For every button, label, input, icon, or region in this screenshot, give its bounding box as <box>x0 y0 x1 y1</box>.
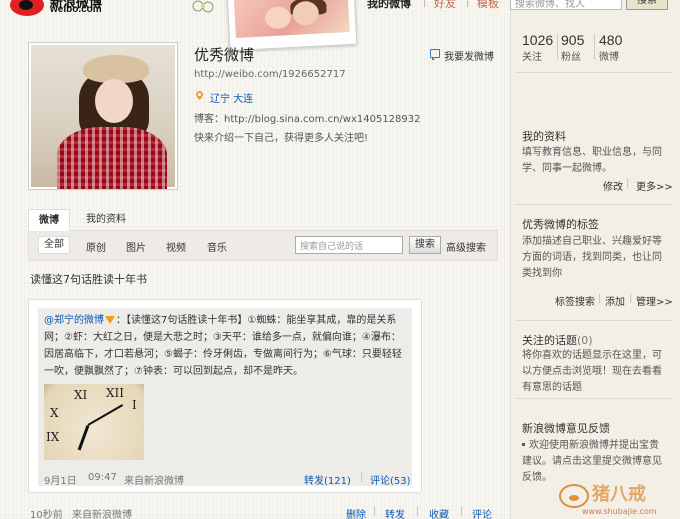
advanced-search-link[interactable]: 高级搜索 <box>446 239 486 254</box>
nav-my-weibo[interactable]: 我的微博 <box>367 0 411 11</box>
stat-followers-count: 905 <box>561 32 585 48</box>
stat-following[interactable]: 1026 关注 <box>522 32 553 63</box>
filter-music[interactable]: 音乐 <box>207 239 227 254</box>
profile-tabs: 微博 我的资料 <box>28 209 498 231</box>
delete-link[interactable]: 删除 <box>346 506 366 519</box>
meta-separator: | <box>460 506 464 517</box>
nav-friends[interactable]: 好友 <box>434 0 456 11</box>
topics-title: 关注的话题(0) <box>522 332 593 348</box>
my-info-text: 填写教育信息、职业信息，与同学、同事一起微博。 <box>522 147 662 174</box>
my-info-title: 我的资料 <box>522 130 566 143</box>
stat-followers[interactable]: 905 粉丝 <box>561 32 584 63</box>
post-weibo-link[interactable]: 我要发微博 <box>444 48 494 63</box>
my-info-more-link[interactable]: 更多>> <box>636 178 673 193</box>
post-text: 读懂这7句话胜读十年书 <box>30 273 147 286</box>
location-pin-icon <box>196 91 203 100</box>
divider <box>516 320 672 321</box>
profile-name: 优秀微博 <box>194 46 255 64</box>
topics-text[interactable]: 将你喜欢的话题显示在这里，可以方便点击浏览哦！现在去看看有意思的话题 <box>522 348 668 396</box>
weibo-eye-icon <box>10 0 44 16</box>
post-source: 来自新浪微博 <box>72 510 132 519</box>
forward-link[interactable]: 转发 <box>385 506 405 519</box>
tags-title: 优秀微博的标签 <box>522 218 599 231</box>
logo-text-en: weibo.com <box>50 4 102 15</box>
stat-weibo[interactable]: 480 微博 <box>599 32 622 63</box>
own-posts-search-button[interactable]: 搜索 <box>409 236 441 254</box>
tag-add-link[interactable]: 添加 <box>605 293 625 308</box>
stat-following-label: 关注 <box>522 52 542 63</box>
nav-templates[interactable]: 模板 <box>477 0 499 11</box>
profile-blog[interactable]: 博客：http://blog.sina.com.cn/wx1405128932 <box>194 110 421 125</box>
tag-search-link[interactable]: 标签搜索 <box>555 293 595 308</box>
link-separator: | <box>598 293 602 304</box>
feed-item: @郑宁的微博 ：【读懂这7句话胜读十年书】①蜘蛛：能坐享其成，靠的是关系网；②虾：… <box>28 299 422 493</box>
pig-logo-icon: 猪八戒 www.shubajie.com <box>559 483 657 516</box>
own-posts-search-input[interactable]: 搜索自己说的话 <box>295 236 403 254</box>
filter-original[interactable]: 原创 <box>86 239 106 254</box>
profile-intro-prompt[interactable]: 快来介绍一下自己，获得更多人关注吧! <box>194 129 368 144</box>
feed-filter-bar: 全部 原创 图片 视频 音乐 搜索自己说的话 搜索 高级搜索 <box>28 231 498 261</box>
filter-all[interactable]: 全部 <box>38 236 70 254</box>
watermark-url: www.shubajie.com <box>582 507 657 516</box>
link-separator: | <box>626 178 630 189</box>
divider <box>516 72 672 73</box>
tab-weibo[interactable]: 微博 <box>28 209 70 231</box>
repost-content: @郑宁的微博 ：【读懂这7句话胜读十年书】①蜘蛛：能坐享其成，靠的是关系网；②虾：… <box>44 312 404 380</box>
nav-separator: | <box>423 0 427 8</box>
stat-separator <box>557 34 558 60</box>
repost-box: @郑宁的微博 ：【读懂这7句话胜读十年书】①蜘蛛：能坐享其成，靠的是关系网；②虾：… <box>38 308 412 487</box>
repost-author-link[interactable]: @郑宁的微博 <box>44 315 104 326</box>
stat-weibo-count: 480 <box>599 32 623 48</box>
profile-avatar[interactable] <box>28 42 178 190</box>
feedback-title: 新浪微博意见反馈 <box>522 422 610 435</box>
link-separator: | <box>629 293 633 304</box>
stat-following-count: 1026 <box>522 32 554 48</box>
meta-separator: | <box>416 506 420 517</box>
repost-source: 来自新浪微博 <box>124 476 184 487</box>
stat-followers-label: 粉丝 <box>561 52 581 63</box>
meta-separator: | <box>360 472 364 483</box>
my-info-edit-link[interactable]: 修改 <box>603 178 623 193</box>
topics-title-text: 关注的话题 <box>522 334 577 347</box>
topics-count: (0) <box>577 334 593 347</box>
filter-pictures[interactable]: 图片 <box>126 239 146 254</box>
verified-badge-icon <box>105 316 115 324</box>
favorite-link[interactable]: 收藏 <box>429 506 449 519</box>
global-search-button[interactable]: 搜索 <box>626 0 668 10</box>
profile-url[interactable]: http://weibo.com/1926652717 <box>194 69 346 80</box>
repost-date[interactable]: 9月1日 <box>44 472 77 487</box>
bullet-icon <box>522 442 525 446</box>
divider <box>516 398 672 399</box>
tag-manage-link[interactable]: 管理>> <box>636 293 673 308</box>
global-search-input[interactable]: 搜索微博、找人 <box>510 0 622 10</box>
watermark-cn: 猪八戒 <box>591 483 646 505</box>
stat-separator <box>594 34 595 60</box>
tab-my-info[interactable]: 我的资料 <box>84 209 128 231</box>
stat-weibo-label: 微博 <box>599 52 619 63</box>
repost-comment-link[interactable]: 评论(53) <box>370 472 411 487</box>
weibo-logo[interactable]: 新浪微博 weibo.com <box>10 0 120 18</box>
tags-text: 添加描述自己职业、兴趣爱好等方面的词语，找到同类，也让同类找到你 <box>522 236 662 279</box>
clock-photo-thumbnail[interactable]: XI XII I X IX <box>44 384 144 460</box>
nav-separator: | <box>466 0 470 8</box>
compose-icon <box>430 49 440 60</box>
site-watermark: 猪八戒 www.shubajie.com <box>554 474 674 516</box>
comment-link[interactable]: 评论 <box>472 506 492 519</box>
post-time[interactable]: 10秒前 <box>30 506 63 519</box>
divider <box>516 204 672 205</box>
meta-separator: | <box>373 506 377 517</box>
filter-video[interactable]: 视频 <box>166 239 186 254</box>
repost-forward-link[interactable]: 转发(121) <box>304 472 351 487</box>
profile-location[interactable]: 辽宁 大连 <box>210 90 253 105</box>
repost-time[interactable]: 09:47 <box>88 472 117 483</box>
flower-decoration-icon <box>192 0 214 13</box>
